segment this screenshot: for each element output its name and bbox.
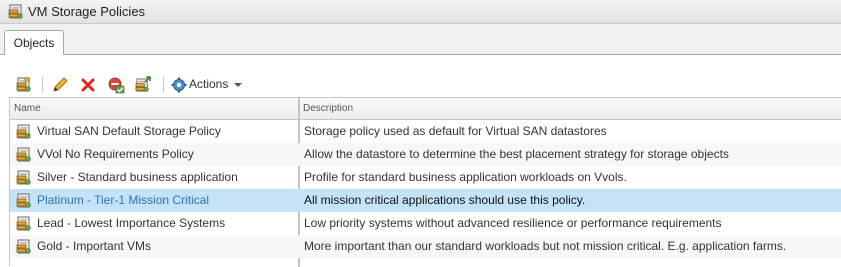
storage-policy-icon bbox=[16, 170, 32, 186]
pencil-icon bbox=[53, 77, 68, 92]
table-row[interactable]: Silver - Standard business application P… bbox=[10, 166, 841, 189]
tab-strip: Objects bbox=[0, 24, 841, 55]
policy-name: Virtual SAN Default Storage Policy bbox=[37, 124, 221, 138]
toolbar-separator bbox=[42, 77, 43, 93]
table-header: Name Description bbox=[10, 98, 841, 120]
policy-name: VVol No Requirements Policy bbox=[37, 147, 194, 161]
policy-name: Lead - Lowest Importance Systems bbox=[37, 216, 226, 230]
edit-policy-button[interactable] bbox=[51, 76, 69, 94]
storage-policy-icon bbox=[8, 4, 24, 20]
actions-label: Actions bbox=[189, 77, 229, 91]
gear-icon bbox=[171, 77, 187, 93]
toolbar: Actions bbox=[0, 74, 841, 96]
policy-description: Low priority systems without advanced re… bbox=[304, 216, 722, 230]
chevron-down-icon bbox=[234, 83, 242, 87]
storage-policy-icon bbox=[16, 147, 32, 163]
new-storage-policy-icon bbox=[16, 76, 31, 92]
table-row[interactable]: Gold - Important VMs More important than… bbox=[10, 235, 841, 258]
policy-description: More important than our standard workloa… bbox=[304, 239, 787, 253]
policy-name: Platinum - Tier-1 Mission Critical bbox=[37, 193, 210, 207]
tab-objects[interactable]: Objects bbox=[4, 30, 64, 55]
policy-description: All mission critical applications should… bbox=[304, 193, 586, 207]
window-title: VM Storage Policies bbox=[28, 4, 146, 19]
policies-table: Name Description Virtual SAN Default Sto… bbox=[9, 97, 841, 267]
storage-policy-icon bbox=[16, 216, 32, 232]
policy-description: Storage policy used as default for Virtu… bbox=[304, 124, 607, 138]
create-policy-button[interactable] bbox=[15, 76, 33, 94]
storage-policy-icon bbox=[16, 193, 32, 209]
red-x-icon bbox=[81, 78, 95, 92]
policy-description: Allow the datastore to determine the bes… bbox=[304, 147, 729, 161]
column-header-name[interactable]: Name bbox=[14, 98, 41, 119]
storage-policy-icon bbox=[16, 124, 32, 140]
policy-name: Silver - Standard business application bbox=[37, 170, 238, 184]
delete-policy-button[interactable] bbox=[79, 76, 97, 94]
table-row[interactable]: Lead - Lowest Importance Systems Low pri… bbox=[10, 212, 841, 235]
policy-name: Gold - Important VMs bbox=[37, 239, 152, 253]
toolbar-separator bbox=[163, 77, 164, 93]
clone-policy-button[interactable] bbox=[135, 76, 153, 94]
clone-policy-icon bbox=[135, 76, 151, 92]
window-title-bar: VM Storage Policies bbox=[0, 0, 841, 24]
policy-description: Profile for standard business applicatio… bbox=[304, 170, 627, 184]
check-compliance-button[interactable] bbox=[107, 76, 125, 94]
column-header-description[interactable]: Description bbox=[303, 98, 353, 119]
table-row[interactable]: Virtual SAN Default Storage Policy Stora… bbox=[10, 120, 841, 143]
check-compliance-icon bbox=[108, 77, 125, 94]
storage-policy-icon bbox=[16, 239, 32, 255]
table-row-selected[interactable]: Platinum - Tier-1 Mission Critical All m… bbox=[10, 189, 841, 212]
table-row[interactable]: VVol No Requirements Policy Allow the da… bbox=[10, 143, 841, 166]
